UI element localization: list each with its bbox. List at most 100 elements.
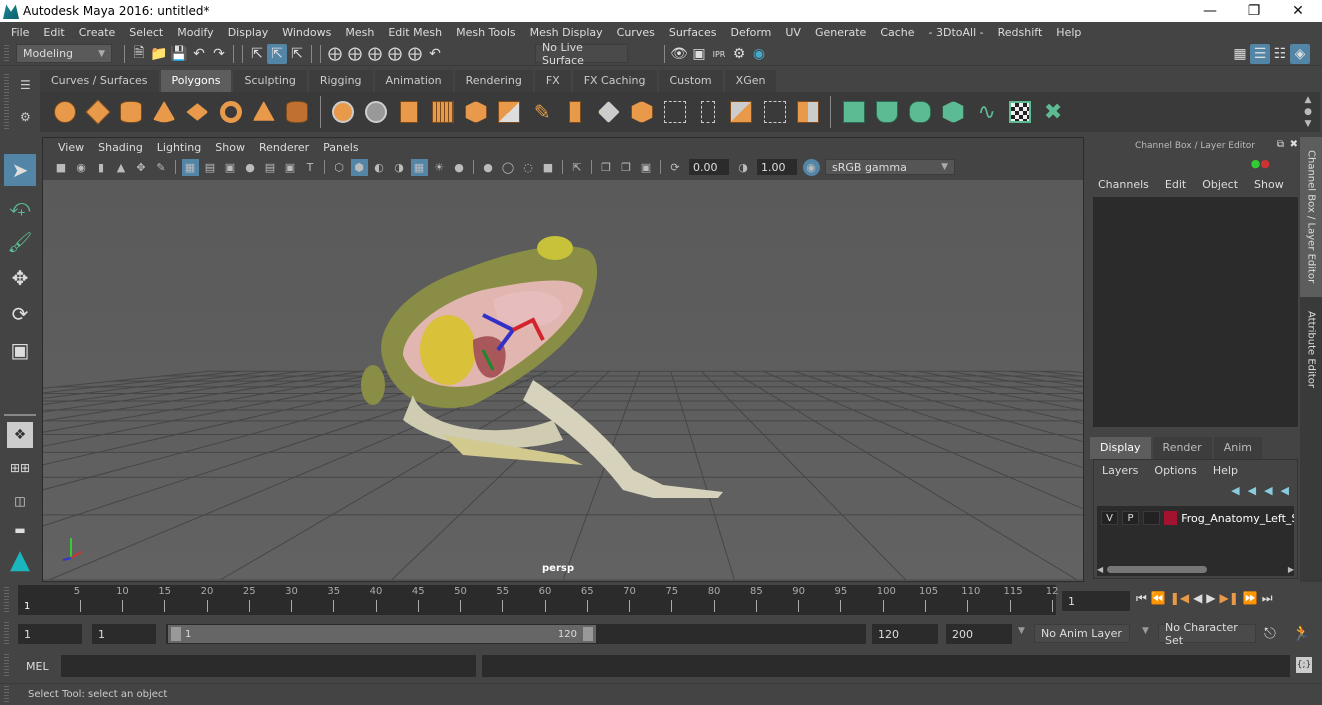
cb-menu-object[interactable]: Object (1194, 178, 1246, 191)
poly-pyramid-icon[interactable] (250, 98, 278, 126)
perspective-viewport[interactable]: persp (43, 180, 1083, 581)
shelf-tab-custom[interactable]: Custom (658, 70, 723, 92)
scroll-right-icon[interactable]: ▶ (1288, 565, 1294, 574)
gamma-icon[interactable]: ◑ (735, 159, 752, 176)
poly-pipe-icon[interactable] (283, 98, 311, 126)
view-transform-dropdown[interactable]: sRGB gamma ▼ (825, 159, 955, 175)
current-frame-field[interactable]: 1 (1062, 591, 1130, 611)
save-scene-icon[interactable]: 💾 (169, 44, 189, 64)
textured-icon[interactable]: ▦ (410, 158, 428, 176)
shelf-tab-fx[interactable]: FX (534, 70, 571, 92)
menu-3dtoall[interactable]: - 3DtoAll - (922, 26, 991, 39)
menu-edit-mesh[interactable]: Edit Mesh (381, 26, 449, 39)
menu-mesh-display[interactable]: Mesh Display (523, 26, 610, 39)
make-live-icon[interactable]: ⨁ (405, 44, 425, 64)
shadows-icon[interactable]: ● (451, 159, 468, 176)
auto-map-icon[interactable] (939, 98, 967, 126)
move-layer-down-icon[interactable]: ◀ (1248, 484, 1256, 497)
menu-mesh[interactable]: Mesh (338, 26, 381, 39)
drag-handle[interactable] (4, 654, 9, 678)
exposure-field[interactable]: 0.00 (689, 159, 729, 175)
field-chart-icon[interactable]: ▤ (262, 159, 279, 176)
go-to-end-icon[interactable]: ⏭ (1262, 591, 1273, 606)
command-input[interactable] (61, 655, 476, 677)
bridge-icon[interactable] (595, 98, 623, 126)
hypershade-icon[interactable]: ◉ (749, 44, 769, 64)
scrollbar-thumb[interactable] (1107, 565, 1208, 573)
tab-display-layers[interactable]: Display (1090, 437, 1151, 459)
menu-file[interactable]: File (4, 26, 36, 39)
current-time-marker[interactable]: 1 (18, 585, 46, 615)
drag-handle[interactable] (4, 45, 9, 63)
play-backwards-icon[interactable]: ◀ (1193, 591, 1202, 606)
layer-row[interactable]: V P Frog_Anatomy_Left_Si (1097, 509, 1294, 527)
exposure-icon[interactable]: ⟳ (667, 159, 684, 176)
shelf-scroll[interactable]: ▲ ● ▼ (1302, 94, 1314, 130)
mirror-icon[interactable] (395, 98, 423, 126)
tab-render-layers[interactable]: Render (1152, 437, 1212, 459)
menu-cache[interactable]: Cache (873, 26, 921, 39)
channel-box-toggle-icon[interactable]: ◈ (1290, 44, 1310, 64)
target-weld-icon[interactable] (794, 98, 822, 126)
modeling-toolkit-icon[interactable]: ▦ (1230, 44, 1250, 64)
select-hierarchy-icon[interactable]: ⇱ (247, 44, 267, 64)
panel-menu-renderer[interactable]: Renderer (252, 141, 316, 154)
layer-menu-options[interactable]: Options (1146, 464, 1204, 477)
boolean-icon[interactable] (495, 98, 523, 126)
scroll-left-icon[interactable]: ◀ (1097, 565, 1103, 574)
unfold-icon[interactable]: ∿ (973, 98, 1001, 126)
render-view-icon[interactable]: 👁 (669, 44, 689, 64)
step-forward-frame-icon[interactable]: ▶❚ (1220, 591, 1239, 606)
shelf-tab-fx-caching[interactable]: FX Caching (572, 70, 657, 92)
smooth-icon[interactable] (429, 98, 457, 126)
xray-joints-icon[interactable]: ▣ (638, 159, 655, 176)
screen-space-ao-icon[interactable]: ● (480, 159, 497, 176)
attribute-editor-toggle-icon[interactable]: ☰ (1250, 44, 1270, 64)
new-scene-icon[interactable]: 🗎 (129, 44, 149, 64)
panel-menu-show[interactable]: Show (208, 141, 252, 154)
script-language-toggle[interactable]: MEL (26, 660, 49, 673)
layer-display-type-toggle[interactable] (1143, 511, 1161, 525)
range-end-handle[interactable] (583, 627, 593, 641)
reduce-icon[interactable] (462, 98, 490, 126)
persp-graph-layout-icon[interactable]: ▬ (4, 520, 36, 540)
insert-edge-loop-icon[interactable] (661, 98, 689, 126)
cylindrical-map-icon[interactable] (873, 98, 901, 126)
playback-start-field[interactable]: 1 (92, 624, 156, 644)
go-to-start-icon[interactable]: ⏮ (1136, 591, 1147, 606)
scale-tool-icon[interactable]: ▣ (4, 334, 36, 366)
menu-windows[interactable]: Windows (275, 26, 338, 39)
menu-uv[interactable]: UV (778, 26, 808, 39)
menu-display[interactable]: Display (221, 26, 276, 39)
auto-keyframe-icon[interactable]: ⎋ (1264, 624, 1276, 642)
open-scene-icon[interactable]: 📁 (149, 44, 169, 64)
snap-surface-icon[interactable]: ↶ (425, 44, 445, 64)
depth-of-field-icon[interactable]: ■ (540, 159, 557, 176)
append-to-polygon-icon[interactable] (727, 98, 755, 126)
film-gate-icon[interactable]: ▤ (202, 159, 219, 176)
shelf-tab-polygons[interactable]: Polygons (160, 70, 232, 92)
menu-edit[interactable]: Edit (36, 26, 71, 39)
shelf-settings-gear-icon[interactable]: ⚙ (20, 110, 31, 124)
four-view-layout-icon[interactable]: ⊞⊞ (4, 454, 36, 482)
paint-select-tool-icon[interactable]: 🖌 (4, 226, 36, 258)
maya-home-icon[interactable]: ▲ (4, 544, 36, 576)
step-back-key-icon[interactable]: ⏪ (1151, 591, 1166, 606)
extrude-icon[interactable] (561, 98, 589, 126)
step-forward-key-icon[interactable]: ⏩ (1243, 591, 1258, 606)
menu-deform[interactable]: Deform (723, 26, 778, 39)
menu-surfaces[interactable]: Surfaces (662, 26, 724, 39)
uv-editor-icon[interactable] (1006, 98, 1034, 126)
render-frame-icon[interactable]: ▣ (689, 44, 709, 64)
poly-torus-icon[interactable] (217, 98, 245, 126)
resolution-gate-icon[interactable]: ▣ (222, 159, 239, 176)
gamma-field[interactable]: 1.00 (757, 159, 797, 175)
tool-settings-icon[interactable]: ☷ (1270, 44, 1290, 64)
fill-hole-icon[interactable] (761, 98, 789, 126)
maximize-button[interactable]: ❐ (1232, 0, 1276, 22)
separate-icon[interactable] (362, 98, 390, 126)
tab-anim-layers[interactable]: Anim (1213, 437, 1262, 459)
undo-icon[interactable]: ↶ (189, 44, 209, 64)
layer-color-swatch[interactable] (1164, 511, 1178, 525)
float-panel-icon[interactable]: ⧉ (1277, 139, 1284, 150)
